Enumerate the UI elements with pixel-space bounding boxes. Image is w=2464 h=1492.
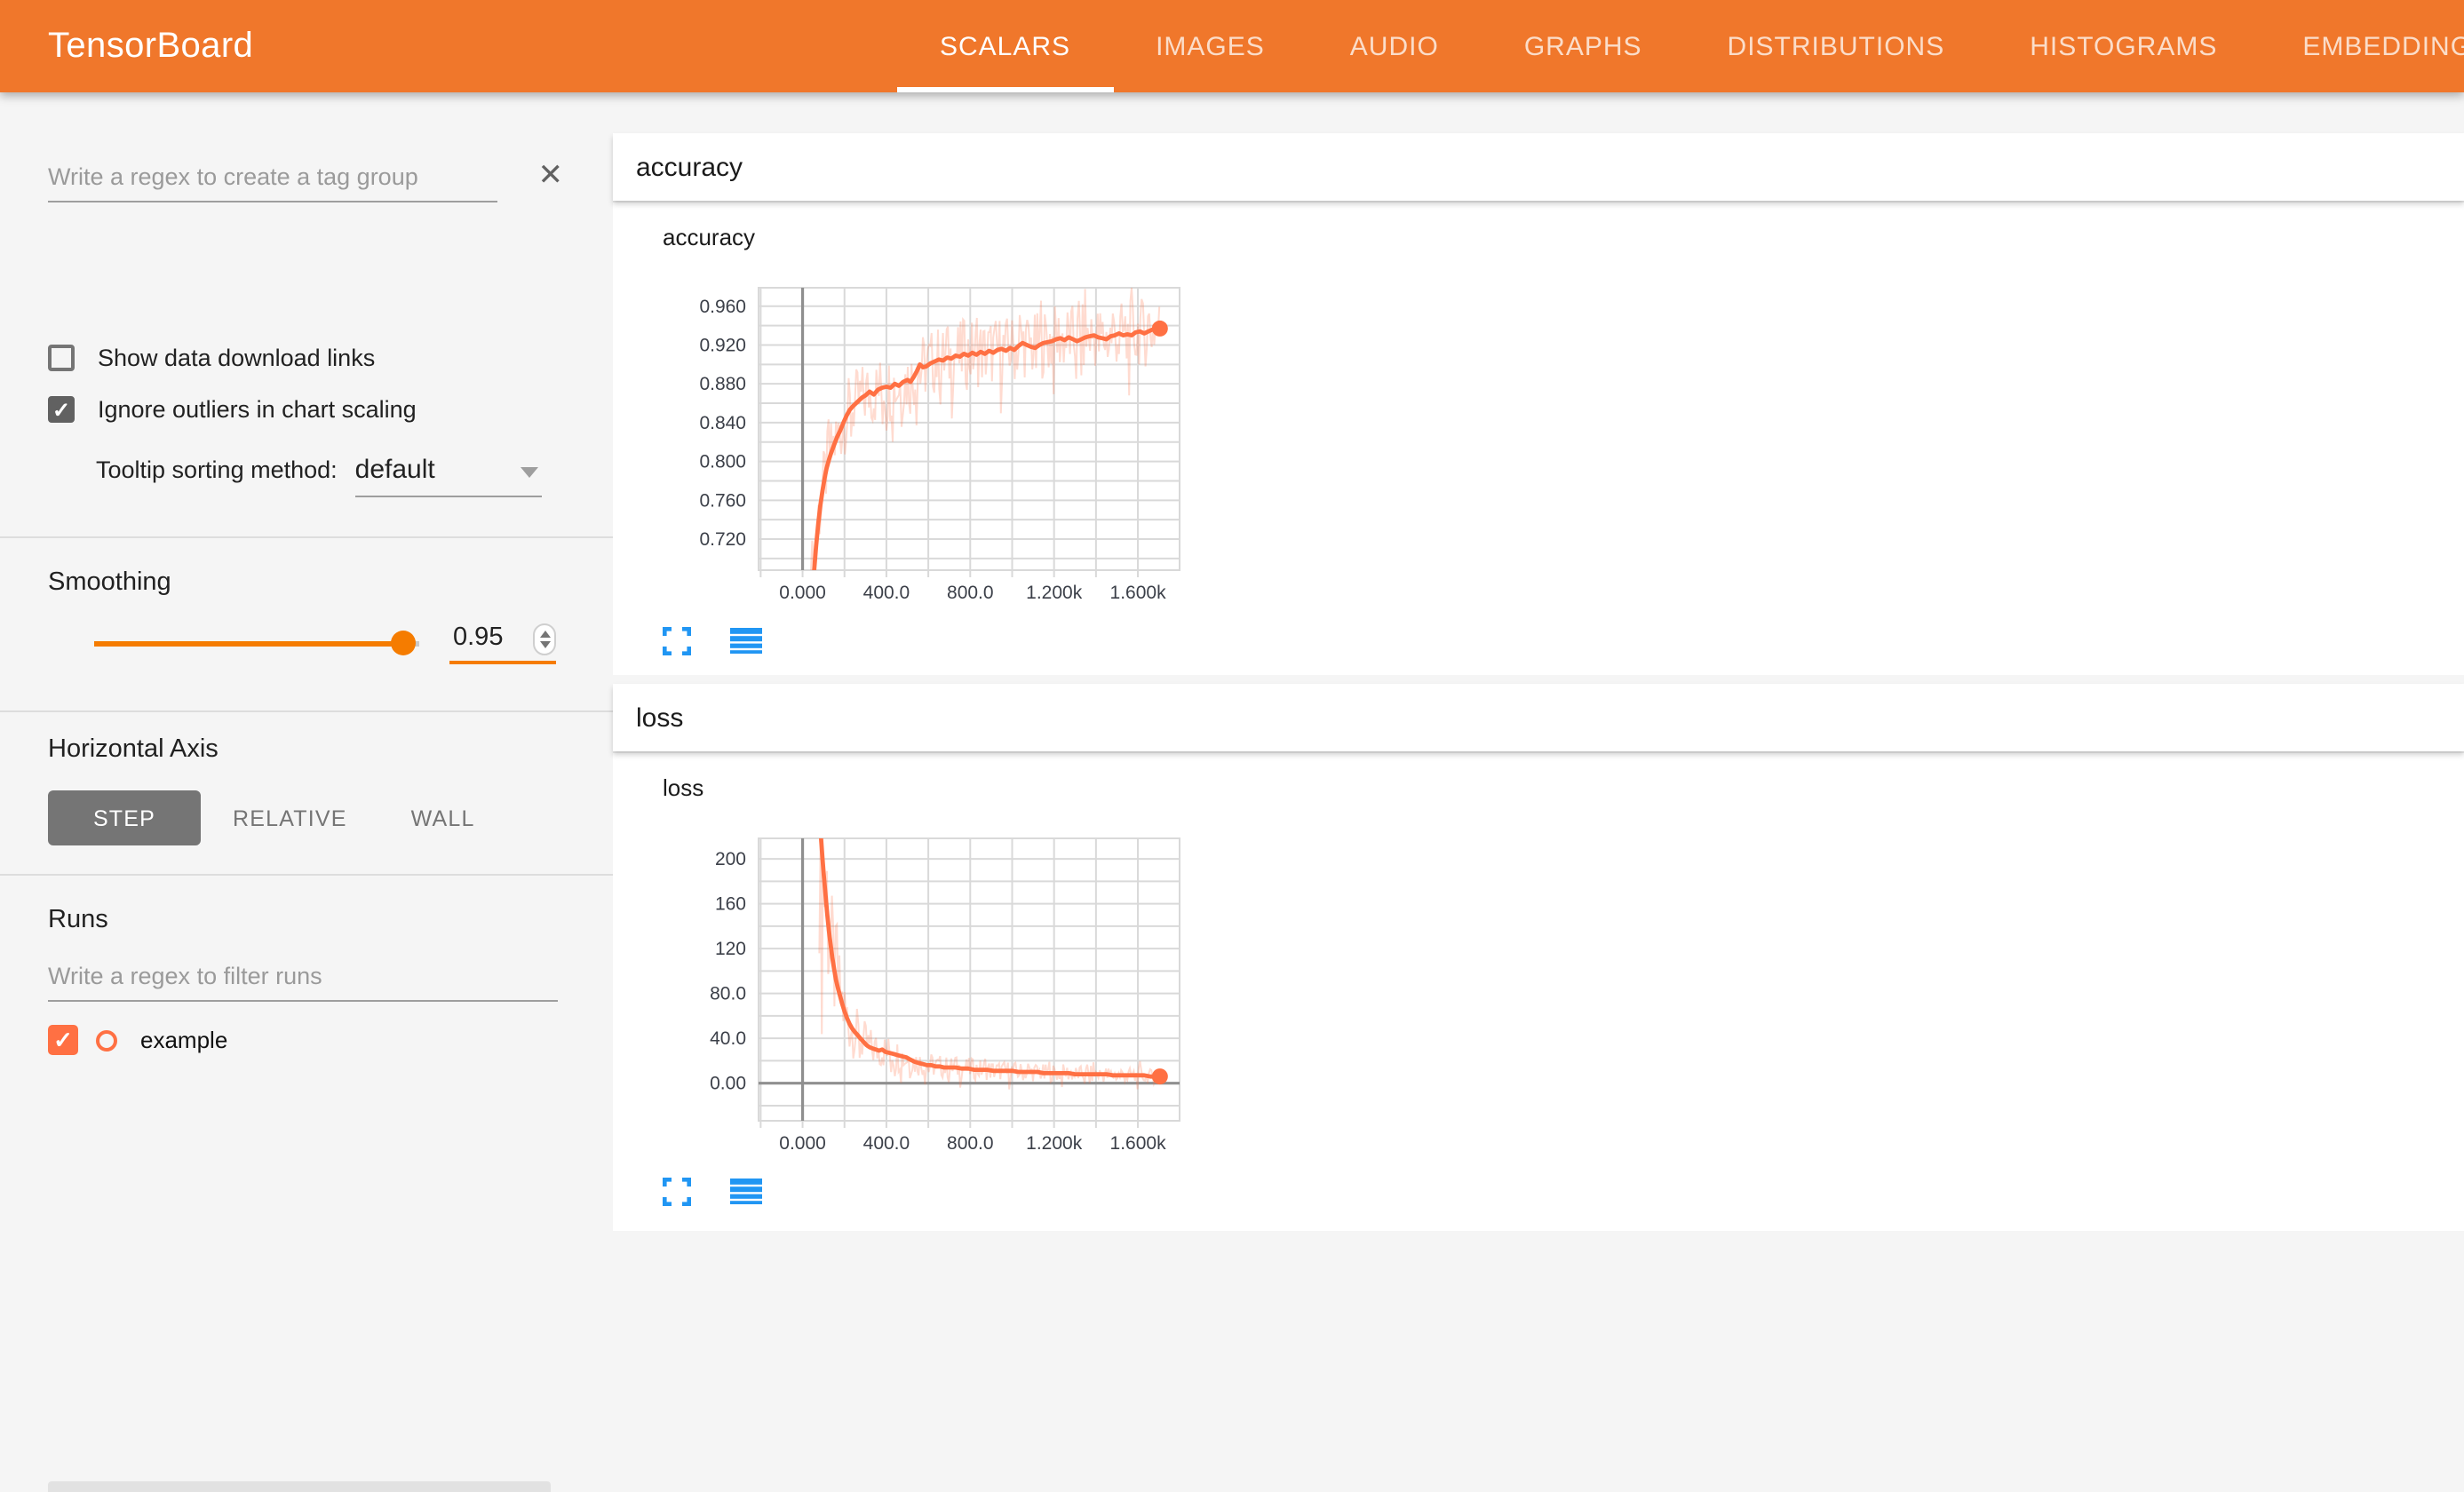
svg-text:0.840: 0.840 (699, 413, 746, 433)
divider (0, 710, 613, 712)
svg-text:1.600k: 1.600k (1110, 1133, 1167, 1154)
svg-text:40.0: 40.0 (710, 1028, 746, 1049)
slider-fill (94, 641, 403, 646)
tooltip-sorting-row: Tooltip sorting method: default (96, 455, 542, 497)
accuracy-chart[interactable]: 0.960 0.920 0.880 0.840 0.800 0.760 0.720 0.000… (645, 256, 1196, 611)
fullscreen-icon[interactable] (663, 1178, 691, 1206)
checkbox-ignore-outliers[interactable]: ✓ Ignore outliers in chart scaling (48, 396, 417, 423)
group-loss: loss loss 200 160 120 80.0 40.0 0.00 0.000 400.… (613, 684, 2464, 1231)
accuracy-chart-actions (663, 627, 1196, 655)
tab-audio[interactable]: AUDIO (1308, 0, 1482, 92)
svg-text:120: 120 (715, 939, 746, 959)
svg-text:0.760: 0.760 (699, 490, 746, 511)
tab-histograms[interactable]: HISTOGRAMS (1987, 0, 2260, 92)
svg-text:0.920: 0.920 (699, 335, 746, 355)
tensorboard-app: TensorBoard SCALARS IMAGES AUDIO GRAPHS … (0, 0, 2464, 1492)
smoothing-value-box (449, 622, 556, 664)
svg-text:400.0: 400.0 (863, 1133, 910, 1154)
main-content: accuracy accuracy 0.9600.9200.8800.8400.… (613, 92, 2464, 1492)
loss-chart-card: loss 200 160 120 80.0 40.0 0.00 0.000 400.0 800.… (645, 774, 1196, 1206)
svg-text:800.0: 800.0 (947, 583, 994, 603)
loss-chart-actions (663, 1178, 1196, 1206)
step-button[interactable]: STEP (48, 790, 201, 845)
svg-text:1.200k: 1.200k (1026, 583, 1083, 603)
svg-text:0.00: 0.00 (710, 1074, 746, 1094)
group-accuracy-header[interactable]: accuracy (613, 133, 2464, 201)
smoothing-slider[interactable] (94, 641, 419, 646)
run-color-circle-icon (96, 1029, 117, 1051)
svg-text:80.0: 80.0 (710, 984, 746, 1004)
tag-filter-row: ✕ (48, 156, 563, 206)
chevron-down-icon (521, 467, 538, 478)
svg-text:1.600k: 1.600k (1110, 583, 1167, 603)
tag-filter-input[interactable] (48, 156, 497, 202)
group-loss-header[interactable]: loss (613, 684, 2464, 751)
smoothing-slider-row (94, 629, 574, 657)
runs-list-icon[interactable] (730, 1178, 762, 1206)
svg-text:0.000: 0.000 (779, 583, 826, 603)
toggle-all-runs-button[interactable]: TOGGLE ALL RUNS (48, 1481, 551, 1492)
group-loss-body: loss 200 160 120 80.0 40.0 0.00 0.000 400.0 800.… (613, 751, 2464, 1231)
loss-chart-title: loss (663, 774, 1196, 801)
checkbox-show-download-links[interactable]: Show data download links (48, 345, 375, 371)
group-title: loss (636, 702, 683, 733)
stepper[interactable] (533, 623, 556, 655)
checkbox-unchecked-icon (48, 345, 75, 371)
loss-chart[interactable]: 200 160 120 80.0 40.0 0.00 0.000 400.0 800.0 1.20… (645, 806, 1196, 1162)
tab-graphs[interactable]: GRAPHS (1482, 0, 1685, 92)
divider (0, 536, 613, 538)
slider-knob[interactable] (391, 631, 416, 655)
sidebar: ✕ Show data download links ✓ Ignore outl… (0, 92, 613, 1492)
svg-text:800.0: 800.0 (947, 1133, 994, 1154)
horizontal-axis-label: Horizontal Axis (48, 735, 219, 764)
svg-text:1.200k: 1.200k (1026, 1133, 1083, 1154)
stepper-down-icon (539, 641, 550, 648)
smoothing-value-input[interactable] (449, 622, 517, 654)
runs-label: Runs (48, 906, 108, 934)
svg-text:0.720: 0.720 (699, 529, 746, 550)
svg-text:200: 200 (715, 849, 746, 869)
svg-text:0.880: 0.880 (699, 374, 746, 394)
svg-text:0.000: 0.000 (779, 1133, 826, 1154)
group-accuracy: accuracy accuracy 0.9600.9200.8800.8400.… (613, 133, 2464, 675)
runs-filter-input[interactable] (48, 959, 558, 1002)
svg-text:400.0: 400.0 (863, 583, 910, 603)
svg-text:0.960: 0.960 (699, 297, 746, 317)
tooltip-sorting-dropdown[interactable]: default (355, 455, 542, 497)
run-item-example[interactable]: ✓ example (48, 1025, 227, 1055)
horizontal-axis-buttons: STEP RELATIVE WALL (48, 790, 507, 845)
checkbox-checked-icon: ✓ (48, 396, 75, 423)
tab-embeddings[interactable]: EMBEDDINGS (2260, 0, 2464, 92)
divider (0, 874, 613, 876)
app-title: TensorBoard (48, 26, 253, 67)
group-accuracy-body: accuracy 0.9600.9200.8800.8400.8000.7600… (613, 201, 2464, 675)
svg-text:160: 160 (715, 894, 746, 915)
accuracy-chart-card: accuracy 0.9600.9200.8800.8400.8000.7600… (645, 224, 1196, 655)
tab-scalars[interactable]: SCALARS (897, 0, 1113, 92)
wall-button[interactable]: WALL (379, 790, 507, 845)
runs-filter-row (48, 959, 558, 1002)
group-title: accuracy (636, 152, 743, 182)
main-nav: SCALARS IMAGES AUDIO GRAPHS DISTRIBUTION… (897, 0, 2464, 92)
run-checkbox-icon[interactable]: ✓ (48, 1025, 78, 1055)
tab-images[interactable]: IMAGES (1113, 0, 1308, 92)
relative-button[interactable]: RELATIVE (201, 790, 379, 845)
close-icon[interactable]: ✕ (538, 160, 564, 190)
app-header: TensorBoard SCALARS IMAGES AUDIO GRAPHS … (0, 0, 2464, 92)
accuracy-chart-title: accuracy (663, 224, 1196, 250)
svg-text:0.800: 0.800 (699, 452, 746, 472)
runs-list-icon[interactable] (730, 627, 762, 655)
smoothing-label: Smoothing (48, 568, 171, 597)
stepper-up-icon (539, 631, 550, 638)
fullscreen-icon[interactable] (663, 627, 691, 655)
tab-distributions[interactable]: DISTRIBUTIONS (1685, 0, 1988, 92)
